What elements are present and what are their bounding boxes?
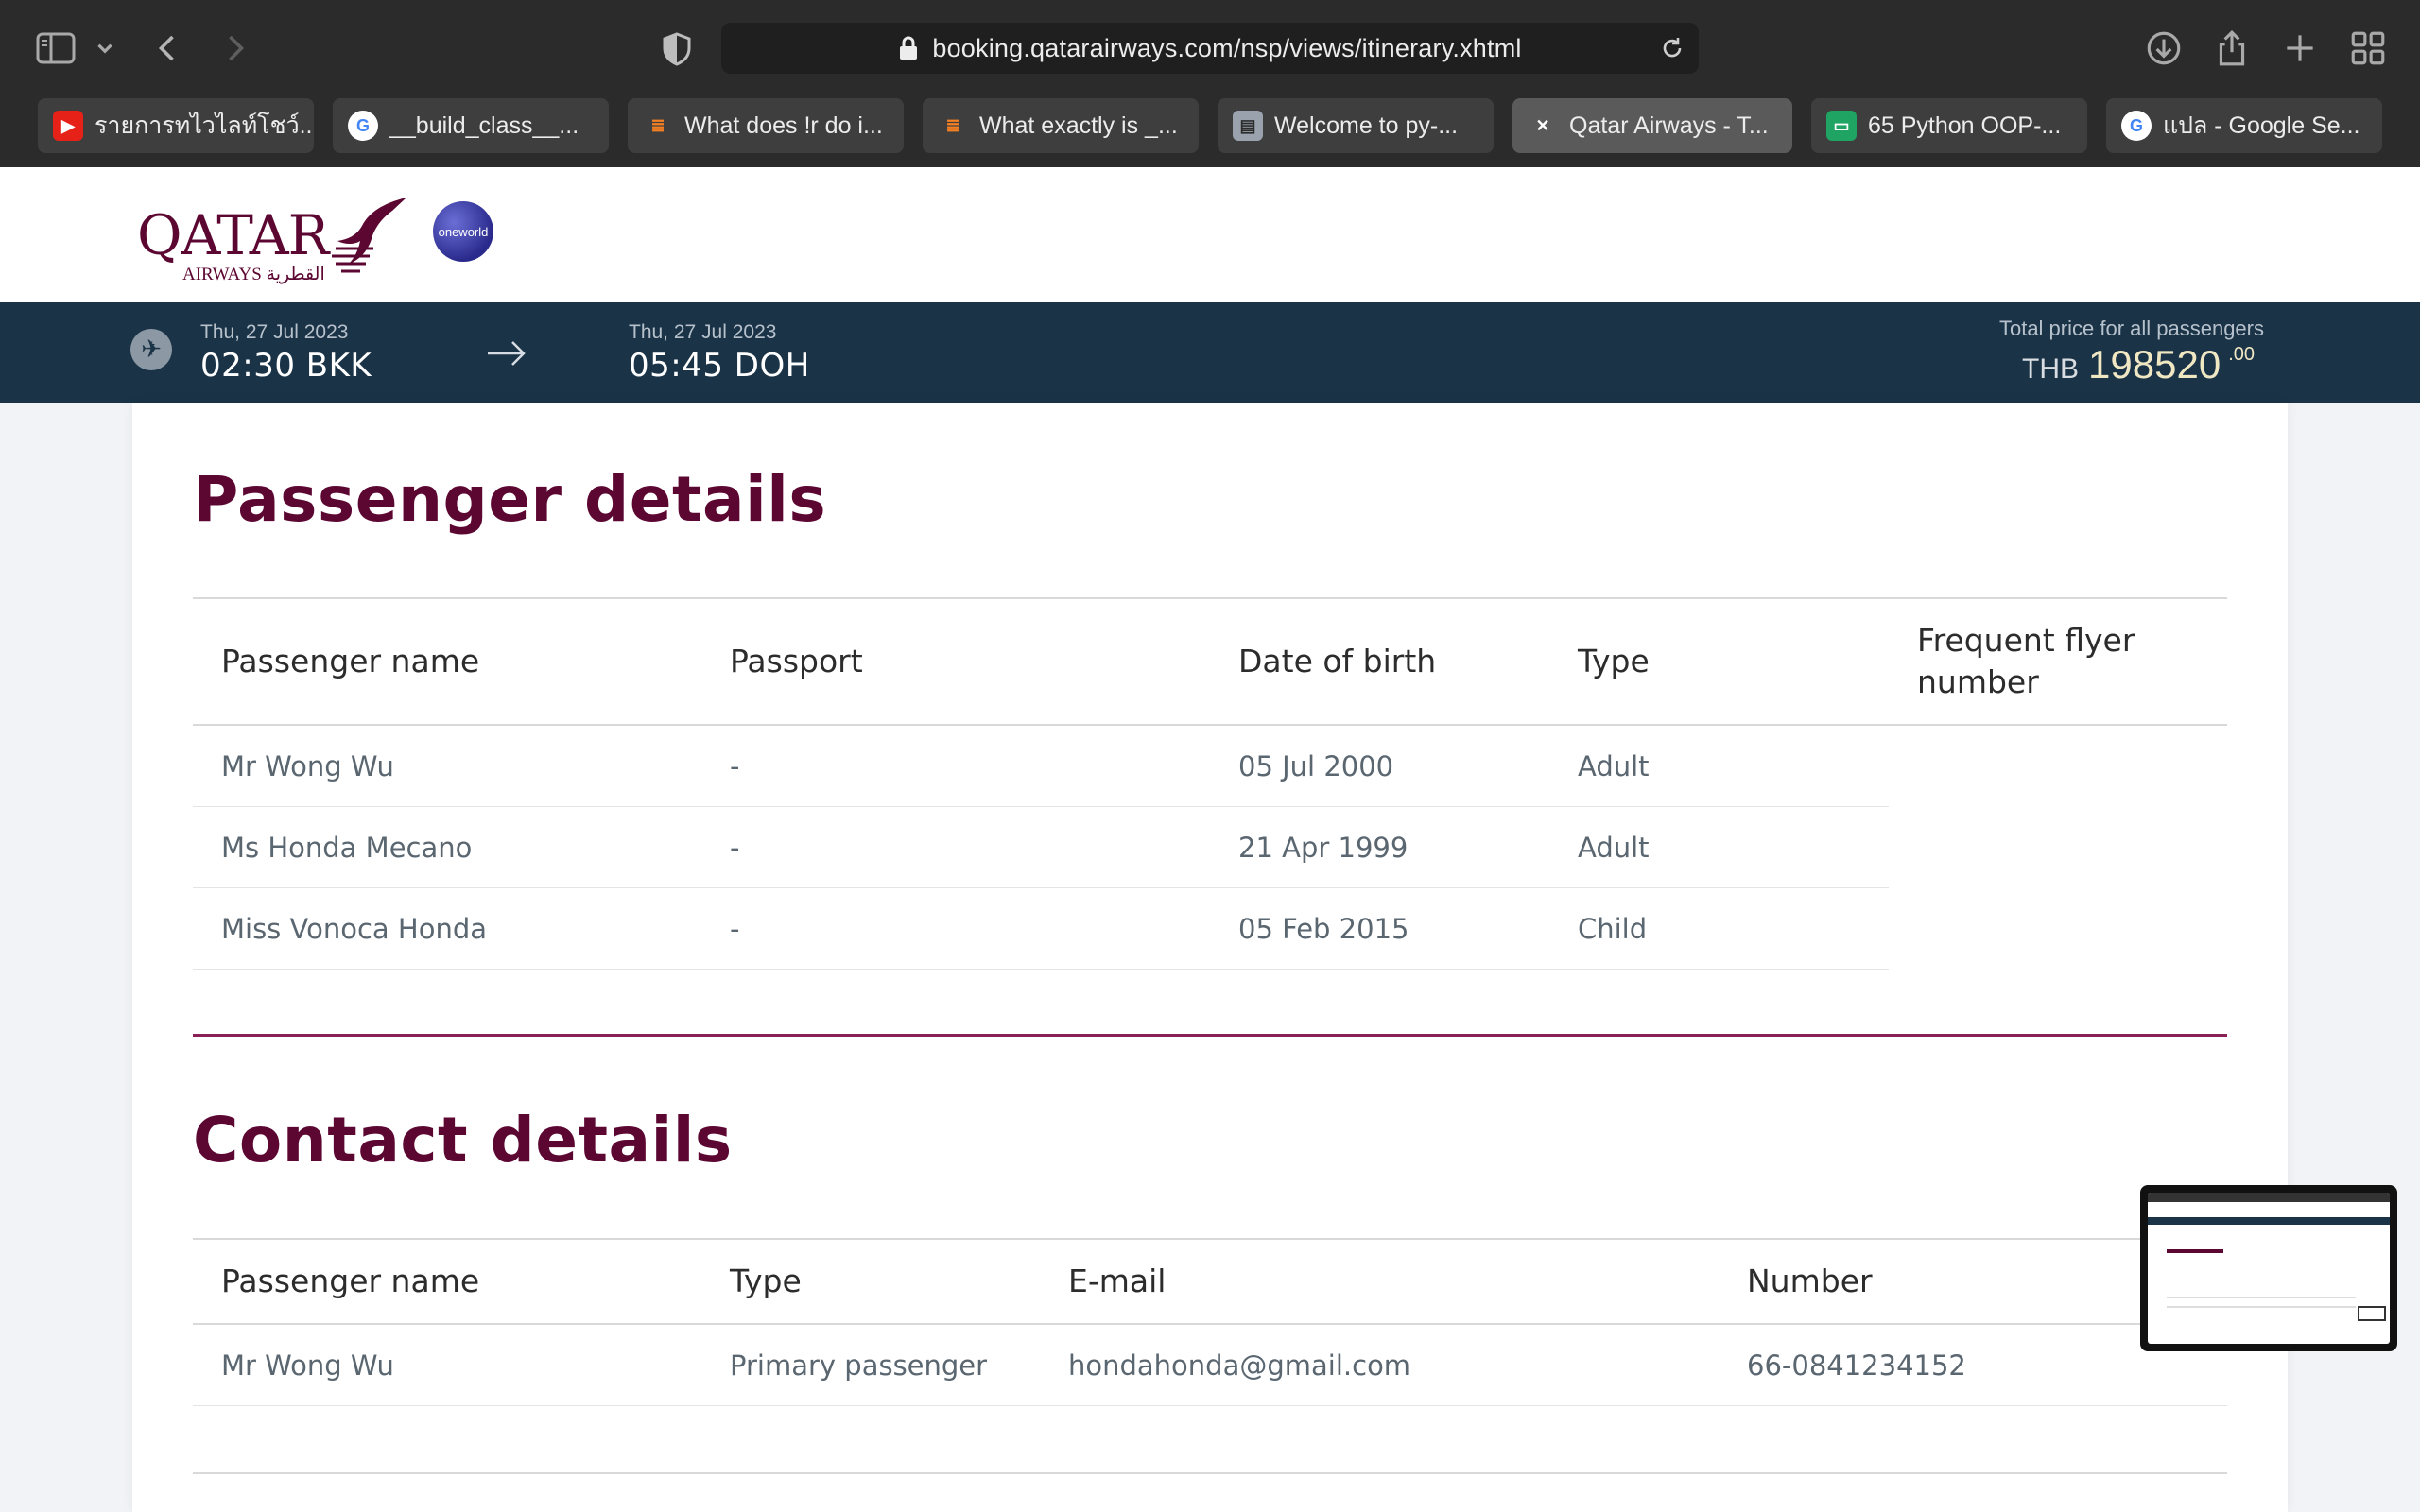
tab-bar: ▶ รายการทไวไลท์โชว์... G __build_class__… — [0, 98, 2420, 153]
total-price-label: Total price for all passengers — [1998, 317, 2264, 340]
cell-passport: - — [730, 750, 740, 782]
google-icon: G — [348, 111, 378, 141]
passenger-details-title: Passenger details — [193, 463, 827, 536]
cell-dob: 05 Feb 2015 — [1238, 913, 1409, 945]
browser-tab[interactable]: ▤ Welcome to py-... — [1218, 98, 1494, 153]
header-type: Type — [730, 1263, 802, 1299]
arrive-date: Thu, 27 Jul 2023 — [629, 321, 777, 343]
cell-dob: 21 Apr 1999 — [1238, 832, 1409, 864]
browser-toolbar: booking.qatarairways.com/nsp/views/itine… — [0, 0, 2420, 94]
table-header: Passenger name Passport Date of birth Ty… — [193, 597, 2227, 726]
logo-subtitle: AIRWAYS القطرية — [182, 265, 325, 284]
oneworld-logo[interactable]: oneworld — [433, 201, 493, 262]
section-divider — [193, 1472, 2227, 1474]
price-currency: THB — [2022, 353, 2080, 385]
docs-icon: ▤ — [1233, 111, 1263, 141]
cell-number: 66-0841234152 — [1747, 1349, 1966, 1382]
close-icon[interactable]: ✕ — [1528, 111, 1558, 141]
browser-tab[interactable]: G แปล - Google Se... — [2106, 98, 2382, 153]
header-passenger-name: Passenger name — [221, 643, 480, 679]
site-header: QATAR AIRWAYS القطرية oneworld — [0, 167, 2420, 302]
browser-tab[interactable]: ≣ What does !r do i... — [628, 98, 904, 153]
cell-name: Ms Honda Mecano — [221, 832, 473, 864]
cell-passport: - — [730, 913, 740, 945]
cell-email: hondahonda@gmail.com — [1068, 1349, 1411, 1382]
screenshot-thumbnail[interactable] — [2140, 1185, 2397, 1351]
cell-name: Mr Wong Wu — [221, 750, 394, 782]
price-decimals: .00 — [2228, 344, 2255, 365]
forward-icon[interactable] — [217, 28, 251, 68]
tab-label: What does !r do i... — [684, 112, 883, 139]
browser-tab-active[interactable]: ✕ Qatar Airways - T... — [1512, 98, 1792, 153]
reload-icon[interactable] — [1659, 35, 1685, 61]
contact-details-title: Contact details — [193, 1104, 733, 1177]
lock-icon — [898, 36, 919, 60]
table-row: Mr Wong Wu Primary passenger hondahonda@… — [193, 1325, 2227, 1406]
tab-label: แปล - Google Se... — [2163, 112, 2360, 139]
stackoverflow-icon: ≣ — [650, 115, 666, 135]
depart-time: 02:30 BKK — [200, 347, 372, 385]
cell-passport: - — [730, 832, 740, 864]
privacy-shield-icon[interactable] — [662, 32, 692, 66]
contact-table: Passenger name Type E-mail Number Mr Won… — [193, 1238, 2227, 1406]
arrive-time: 05:45 DOH — [629, 347, 810, 385]
arrow-right-icon — [488, 341, 526, 366]
oryx-icon — [332, 198, 406, 273]
slides-icon: ▭ — [1826, 111, 1857, 141]
tab-overview-icon[interactable] — [2348, 28, 2388, 68]
cell-dob: 05 Jul 2000 — [1238, 750, 1394, 782]
header-email: E-mail — [1068, 1263, 1167, 1299]
logo-wordmark: QATAR — [137, 203, 329, 267]
flight-summary-bar: ✈ Thu, 27 Jul 2023 02:30 BKK Thu, 27 Jul… — [0, 302, 2420, 403]
address-bar[interactable]: booking.qatarairways.com/nsp/views/itine… — [721, 23, 1699, 74]
header-number: Number — [1747, 1263, 1873, 1299]
download-icon[interactable] — [2144, 28, 2184, 68]
share-icon[interactable] — [2212, 28, 2252, 68]
header-passenger-name: Passenger name — [221, 1263, 480, 1299]
tab-label: 65 Python OOP-... — [1868, 112, 2062, 139]
cell-type: Adult — [1578, 832, 1650, 864]
google-icon: G — [2121, 111, 2152, 141]
browser-tab[interactable]: ▶ รายการทไวไลท์โชว์... — [38, 98, 314, 153]
browser-tab[interactable]: ▭ 65 Python OOP-... — [1811, 98, 2087, 153]
passenger-table: Passenger name Passport Date of birth Ty… — [193, 597, 2227, 970]
cell-name: Mr Wong Wu — [221, 1349, 394, 1382]
cell-type: Adult — [1578, 750, 1650, 782]
new-tab-icon[interactable] — [2280, 28, 2320, 68]
stackoverflow-icon: ≣ — [945, 115, 960, 135]
total-price[interactable]: THB 198520 .00 — [2022, 342, 2255, 387]
sidebar-toggle-icon[interactable] — [36, 28, 78, 68]
tab-label: รายการทไวไลท์โชว์... — [95, 112, 314, 139]
browser-chrome: booking.qatarairways.com/nsp/views/itine… — [0, 0, 2420, 167]
header-type: Type — [1578, 643, 1650, 679]
tab-label: What exactly is _... — [979, 112, 1178, 139]
depart-date: Thu, 27 Jul 2023 — [200, 321, 349, 343]
chevron-down-icon[interactable] — [93, 28, 117, 68]
section-divider — [193, 1034, 2227, 1037]
table-row: Miss Vonoca Honda - 05 Feb 2015 Child — [193, 888, 1889, 970]
itinerary-card: Passenger details Passenger name Passpor… — [132, 403, 2288, 1512]
qatar-airways-logo[interactable]: QATAR AIRWAYS القطرية — [137, 190, 411, 284]
tab-label: Qatar Airways - T... — [1569, 112, 1769, 139]
back-icon[interactable] — [151, 28, 185, 68]
thumbnail-preview — [2148, 1193, 2390, 1344]
price-amount: 198520 — [2088, 342, 2221, 387]
table-row: Ms Honda Mecano - 21 Apr 1999 Adult — [193, 807, 1889, 888]
cell-type: Primary passenger — [730, 1349, 988, 1382]
cell-name: Miss Vonoca Honda — [221, 913, 488, 945]
header-date-of-birth: Date of birth — [1238, 643, 1437, 679]
plane-icon: ✈ — [130, 329, 172, 370]
browser-tab[interactable]: ≣ What exactly is _... — [923, 98, 1199, 153]
cell-type: Child — [1578, 913, 1648, 945]
table-header: Passenger name Type E-mail Number — [193, 1238, 2227, 1325]
tab-label: Welcome to py-... — [1274, 112, 1459, 139]
url-text: booking.qatarairways.com/nsp/views/itine… — [932, 33, 1522, 62]
header-passport: Passport — [730, 643, 863, 679]
table-row: Mr Wong Wu - 05 Jul 2000 Adult — [193, 726, 1889, 807]
youtube-icon: ▶ — [53, 111, 83, 141]
tab-label: __build_class__... — [389, 112, 579, 139]
header-frequent-flyer: Frequent flyer number — [1917, 622, 2135, 700]
browser-tab[interactable]: G __build_class__... — [333, 98, 609, 153]
